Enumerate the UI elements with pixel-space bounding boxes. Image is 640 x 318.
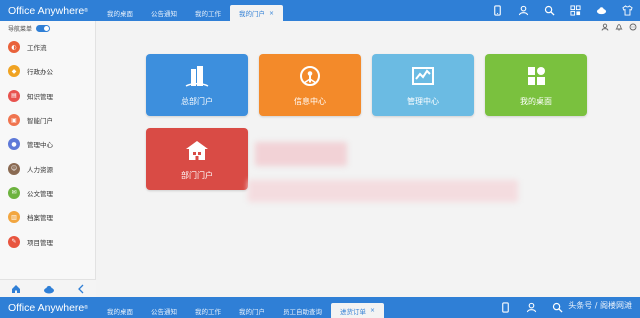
bottom-bar: Office Anywhere ® 我的桌面 公告通知 我的工作 我的门户 员工自… <box>0 297 640 318</box>
sidebar-item-smart-portal[interactable]: ▣ 智能门户 <box>0 108 95 132</box>
sidebar-footer <box>0 279 96 297</box>
sidebar-item-knowledge[interactable]: ▤ 知识管理 <box>0 84 95 108</box>
shirt-icon[interactable] <box>614 0 640 21</box>
tile-headquarters-portal[interactable]: 总部门户 <box>146 54 248 116</box>
tab-my-work[interactable]: 我的工作 <box>186 5 230 21</box>
tile-my-desktop[interactable]: 我的桌面 <box>485 54 587 116</box>
contacts-icon[interactable] <box>598 21 612 33</box>
tab-my-portal[interactable]: 我的门户 × <box>230 5 284 21</box>
tab-announcements[interactable]: 公告通知 <box>142 5 186 21</box>
building-icon <box>185 66 209 87</box>
nav-toggle-row: 导航菜单 <box>0 21 95 35</box>
tab-announcements[interactable]: 公告通知 <box>142 303 186 318</box>
app-logo: Office Anywhere ® <box>8 4 88 17</box>
sidebar-item-management[interactable]: ● 管理中心 <box>0 132 95 156</box>
tab-employee-self-service[interactable]: 员工自助查询 <box>274 303 331 318</box>
knowledge-icon: ▤ <box>8 89 20 102</box>
sidebar-item-admin-office[interactable]: ◆ 行政办公 <box>0 59 95 83</box>
watermark: 头条号 / 阁楼网滩 <box>568 301 632 310</box>
hr-icon: ☺ <box>8 162 20 175</box>
search-icon[interactable] <box>536 0 562 21</box>
tile-management-center[interactable]: 管理中心 <box>372 54 474 116</box>
tab-close-icon[interactable]: × <box>370 307 375 314</box>
projects-icon: ✎ <box>8 235 20 248</box>
header-tools <box>598 21 640 33</box>
redacted-subtitle <box>248 180 518 202</box>
workflow-icon: ◐ <box>8 41 20 54</box>
app-title: Office Anywhere <box>8 4 85 17</box>
search-icon[interactable] <box>544 297 570 318</box>
nav-toggle-label: 导航菜单 <box>8 25 33 33</box>
user-icon[interactable] <box>510 0 536 21</box>
admin-office-icon: ◆ <box>8 65 20 78</box>
tab-purchase-orders[interactable]: 进货订单 × <box>331 303 385 318</box>
chart-icon <box>412 67 434 85</box>
archives-icon: ▥ <box>8 211 20 224</box>
nav-toggle-switch[interactable] <box>36 24 51 32</box>
smart-portal-icon: ▣ <box>8 114 20 127</box>
tile-department-portal[interactable]: 部门门户 <box>146 128 248 190</box>
management-icon: ● <box>8 138 20 151</box>
home-icon[interactable] <box>11 279 21 298</box>
redacted-title <box>255 142 347 166</box>
sidebar-item-documents[interactable]: ✉ 公文管理 <box>0 181 95 205</box>
apps-icon[interactable] <box>562 0 588 21</box>
sidebar-item-projects[interactable]: ✎ 项目管理 <box>0 229 95 253</box>
tab-close-icon[interactable]: × <box>269 10 274 17</box>
tile-label: 信息中心 <box>294 97 326 106</box>
sidebar-item-hr[interactable]: ☺ 人力资源 <box>0 156 95 180</box>
tile-label: 我的桌面 <box>520 97 552 106</box>
sidebar: 导航菜单 ◐ 工作流 ◆ 行政办公 ▤ 知识管理 ▣ 智能门户 ● 管理中心 ☺ 人力资源 … <box>0 21 96 297</box>
chat-icon[interactable] <box>626 21 640 33</box>
tile-info-center[interactable]: 信息中心 <box>259 54 361 116</box>
department-icon <box>186 141 208 160</box>
tab-my-work[interactable]: 我的工作 <box>186 303 230 318</box>
desktop-icon <box>528 67 545 85</box>
user-icon[interactable] <box>518 297 544 318</box>
sidebar-item-archives[interactable]: ▥ 档案管理 <box>0 205 95 229</box>
tab-my-portal[interactable]: 我的门户 <box>230 303 274 318</box>
mobile-icon[interactable] <box>492 297 518 318</box>
cloud-icon[interactable] <box>588 0 614 21</box>
collapse-icon[interactable] <box>77 279 85 298</box>
sidebar-item-workflow[interactable]: ◐ 工作流 <box>0 35 95 59</box>
app-logo-bottom: Office Anywhere ® <box>8 301 88 314</box>
tab-desktop[interactable]: 我的桌面 <box>98 5 142 21</box>
app-title: Office Anywhere <box>8 301 85 314</box>
mobile-icon[interactable] <box>484 0 510 21</box>
bell-icon[interactable] <box>612 21 626 33</box>
tile-label: 管理中心 <box>407 97 439 106</box>
tab-desktop[interactable]: 我的桌面 <box>98 303 142 318</box>
tile-label: 总部门户 <box>181 97 213 106</box>
cloud-icon[interactable] <box>43 279 55 298</box>
tile-label: 部门门户 <box>181 171 213 180</box>
top-bar: Office Anywhere ® 我的桌面 公告通知 我的工作 我的门户 × <box>0 0 640 21</box>
documents-icon: ✉ <box>8 186 20 199</box>
info-center-icon <box>300 66 320 86</box>
